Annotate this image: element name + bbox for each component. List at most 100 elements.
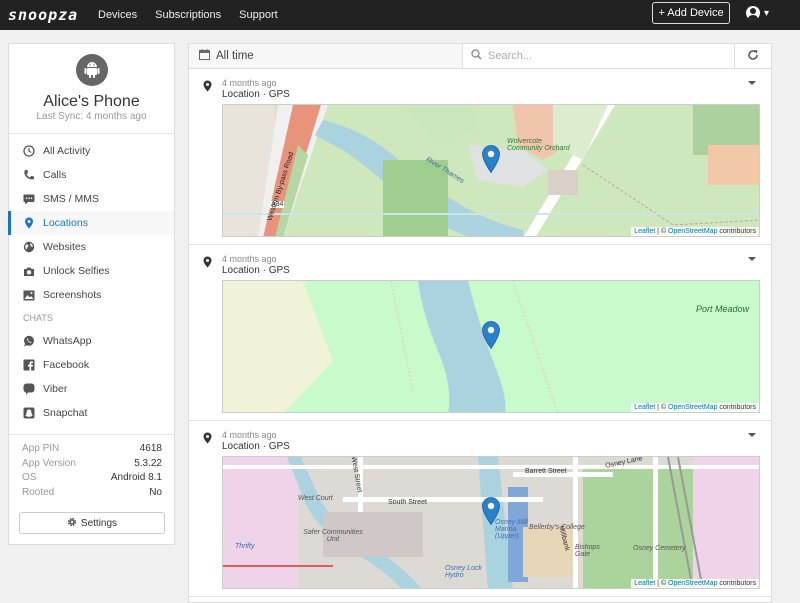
entry-time: 4 months ago xyxy=(222,430,277,440)
map-view[interactable]: Port Meadow Leaflet | © OpenStreetMap co… xyxy=(222,280,760,413)
sidebar-item-label: All Activity xyxy=(43,145,91,157)
chevron-down-icon[interactable] xyxy=(748,257,756,261)
activity-icon xyxy=(23,145,35,157)
map-marker-icon[interactable] xyxy=(482,497,500,525)
sidebar-item-websites[interactable]: Websites xyxy=(9,235,174,259)
chevron-down-icon: ▾ xyxy=(764,7,770,19)
viber-icon xyxy=(23,383,35,395)
image-icon xyxy=(23,289,35,301)
add-device-button[interactable]: + Add Device xyxy=(652,2,730,24)
sidebar-item-label: SMS / MMS xyxy=(43,193,100,205)
attribution-separator: | © xyxy=(655,228,669,235)
sidebar-item-snapchat[interactable]: Snapchat xyxy=(9,401,174,425)
device-info: App PIN 4618 App Version 5.3.22 OS Andro… xyxy=(9,434,174,501)
map-attribution: Leaflet | © OpenStreetMap contributors xyxy=(631,403,759,412)
sidebar-item-label: Viber xyxy=(43,383,68,395)
osm-link[interactable]: OpenStreetMap xyxy=(668,580,717,587)
map-place-label: West Court xyxy=(298,495,333,502)
leaflet-link[interactable]: Leaflet xyxy=(634,580,655,587)
map-place-label: Thrifty xyxy=(235,543,255,550)
sidebar-item-label: Snapchat xyxy=(43,407,88,419)
map-attribution: Leaflet | © OpenStreetMap contributors xyxy=(631,227,759,236)
sidebar-item-screenshots[interactable]: Screenshots xyxy=(9,283,174,307)
leaflet-link[interactable]: Leaflet xyxy=(634,404,655,411)
user-icon xyxy=(746,6,760,20)
attribution-suffix: contributors xyxy=(717,228,756,235)
sidebar-menu: All Activity Calls SMS / MMS Locations W… xyxy=(8,134,174,425)
attribution-suffix: contributors xyxy=(717,404,756,411)
sidebar-item-label: Facebook xyxy=(43,359,90,371)
info-value: 5.3.22 xyxy=(134,457,162,469)
phone-icon xyxy=(23,169,35,181)
search-icon xyxy=(471,49,482,63)
chats-heading: CHATS xyxy=(23,313,53,323)
settings-button[interactable]: Settings xyxy=(19,512,165,534)
info-label: App PIN xyxy=(22,443,60,454)
brand-logo[interactable]: snoopza xyxy=(8,6,88,24)
map-street-label: Barrett Street xyxy=(525,468,567,475)
map-street-label: South Street xyxy=(388,499,427,506)
leaflet-link[interactable]: Leaflet xyxy=(634,228,655,235)
entry-time: 4 months ago xyxy=(222,254,277,264)
info-label: Rooted xyxy=(22,486,55,498)
sidebar-item-label: WhatsApp xyxy=(43,335,92,347)
camera-icon xyxy=(23,265,35,277)
sidebar-item-label: Websites xyxy=(43,241,86,253)
device-header: Alice's Phone Last Sync: 4 months ago xyxy=(9,44,174,134)
map-view[interactable]: A34 Wolvercote Community Orchard River T… xyxy=(222,104,760,237)
attribution-separator: | © xyxy=(655,404,669,411)
info-row-app-pin: App PIN 4618 xyxy=(22,443,162,458)
map-view[interactable]: West Street South Street Barrett Street … xyxy=(222,456,760,589)
osm-link[interactable]: OpenStreetMap xyxy=(668,404,717,411)
nav-devices[interactable]: Devices xyxy=(98,9,137,21)
sidebar-item-sms[interactable]: SMS / MMS xyxy=(9,187,174,211)
time-filter[interactable]: All time xyxy=(189,44,463,68)
location-entry: 4 months ago Location · GPS xyxy=(189,69,771,245)
refresh-icon xyxy=(747,49,759,64)
whatsapp-icon xyxy=(23,335,35,347)
chevron-down-icon[interactable] xyxy=(748,81,756,85)
sidebar-item-unlock-selfies[interactable]: Unlock Selfies xyxy=(9,259,174,283)
map-place-label: Port Meadow xyxy=(696,304,750,314)
map-marker-icon[interactable] xyxy=(482,321,500,349)
sidebar-item-calls[interactable]: Calls xyxy=(9,163,174,187)
location-pin-icon xyxy=(203,80,212,95)
globe-icon xyxy=(23,241,35,253)
sidebar-item-all-activity[interactable]: All Activity xyxy=(9,139,174,163)
sidebar-item-whatsapp[interactable]: WhatsApp xyxy=(9,329,174,353)
search-box[interactable] xyxy=(463,44,735,68)
sidebar-item-viber[interactable]: Viber xyxy=(9,377,174,401)
location-entry: 4 months ago Location · GPS Port Meadow … xyxy=(189,245,771,421)
sms-icon xyxy=(23,193,35,205)
top-navbar: snoopza Devices Subscriptions Support + … xyxy=(0,0,800,30)
search-input[interactable] xyxy=(488,50,688,62)
sidebar-item-label: Unlock Selfies xyxy=(43,265,110,277)
settings-label: Settings xyxy=(80,517,118,529)
info-row-app-version: App Version 5.3.22 xyxy=(22,458,162,473)
sidebar-item-label: Locations xyxy=(43,217,88,229)
nav-subscriptions[interactable]: Subscriptions xyxy=(155,9,221,21)
entry-time: 4 months ago xyxy=(222,78,277,88)
sidebar-item-facebook[interactable]: Facebook xyxy=(9,353,174,377)
gear-icon xyxy=(67,517,77,530)
location-entry: 4 months ago Location · GPS xyxy=(189,421,771,597)
map-place-label: Wolvercote Community Orchard xyxy=(507,138,570,152)
sidebar-item-label: Calls xyxy=(43,169,67,181)
sidebar: Alice's Phone Last Sync: 4 months ago Al… xyxy=(8,43,175,545)
attribution-separator: | © xyxy=(655,580,669,587)
account-menu[interactable]: ▾ xyxy=(746,6,769,20)
last-sync: Last Sync: 4 months ago xyxy=(36,111,147,122)
info-value: 4618 xyxy=(139,443,162,454)
location-pin-icon xyxy=(203,432,212,447)
info-label: App Version xyxy=(22,457,76,469)
time-filter-label: All time xyxy=(216,50,254,62)
refresh-button[interactable] xyxy=(735,44,771,68)
nav-support[interactable]: Support xyxy=(239,9,278,21)
osm-link[interactable]: OpenStreetMap xyxy=(668,228,717,235)
chevron-down-icon[interactable] xyxy=(748,433,756,437)
android-icon xyxy=(76,54,108,86)
facebook-icon xyxy=(23,359,35,371)
map-place-label: Osney Cemetery xyxy=(633,545,686,552)
map-marker-icon[interactable] xyxy=(482,145,500,173)
sidebar-item-locations[interactable]: Locations xyxy=(8,211,174,235)
